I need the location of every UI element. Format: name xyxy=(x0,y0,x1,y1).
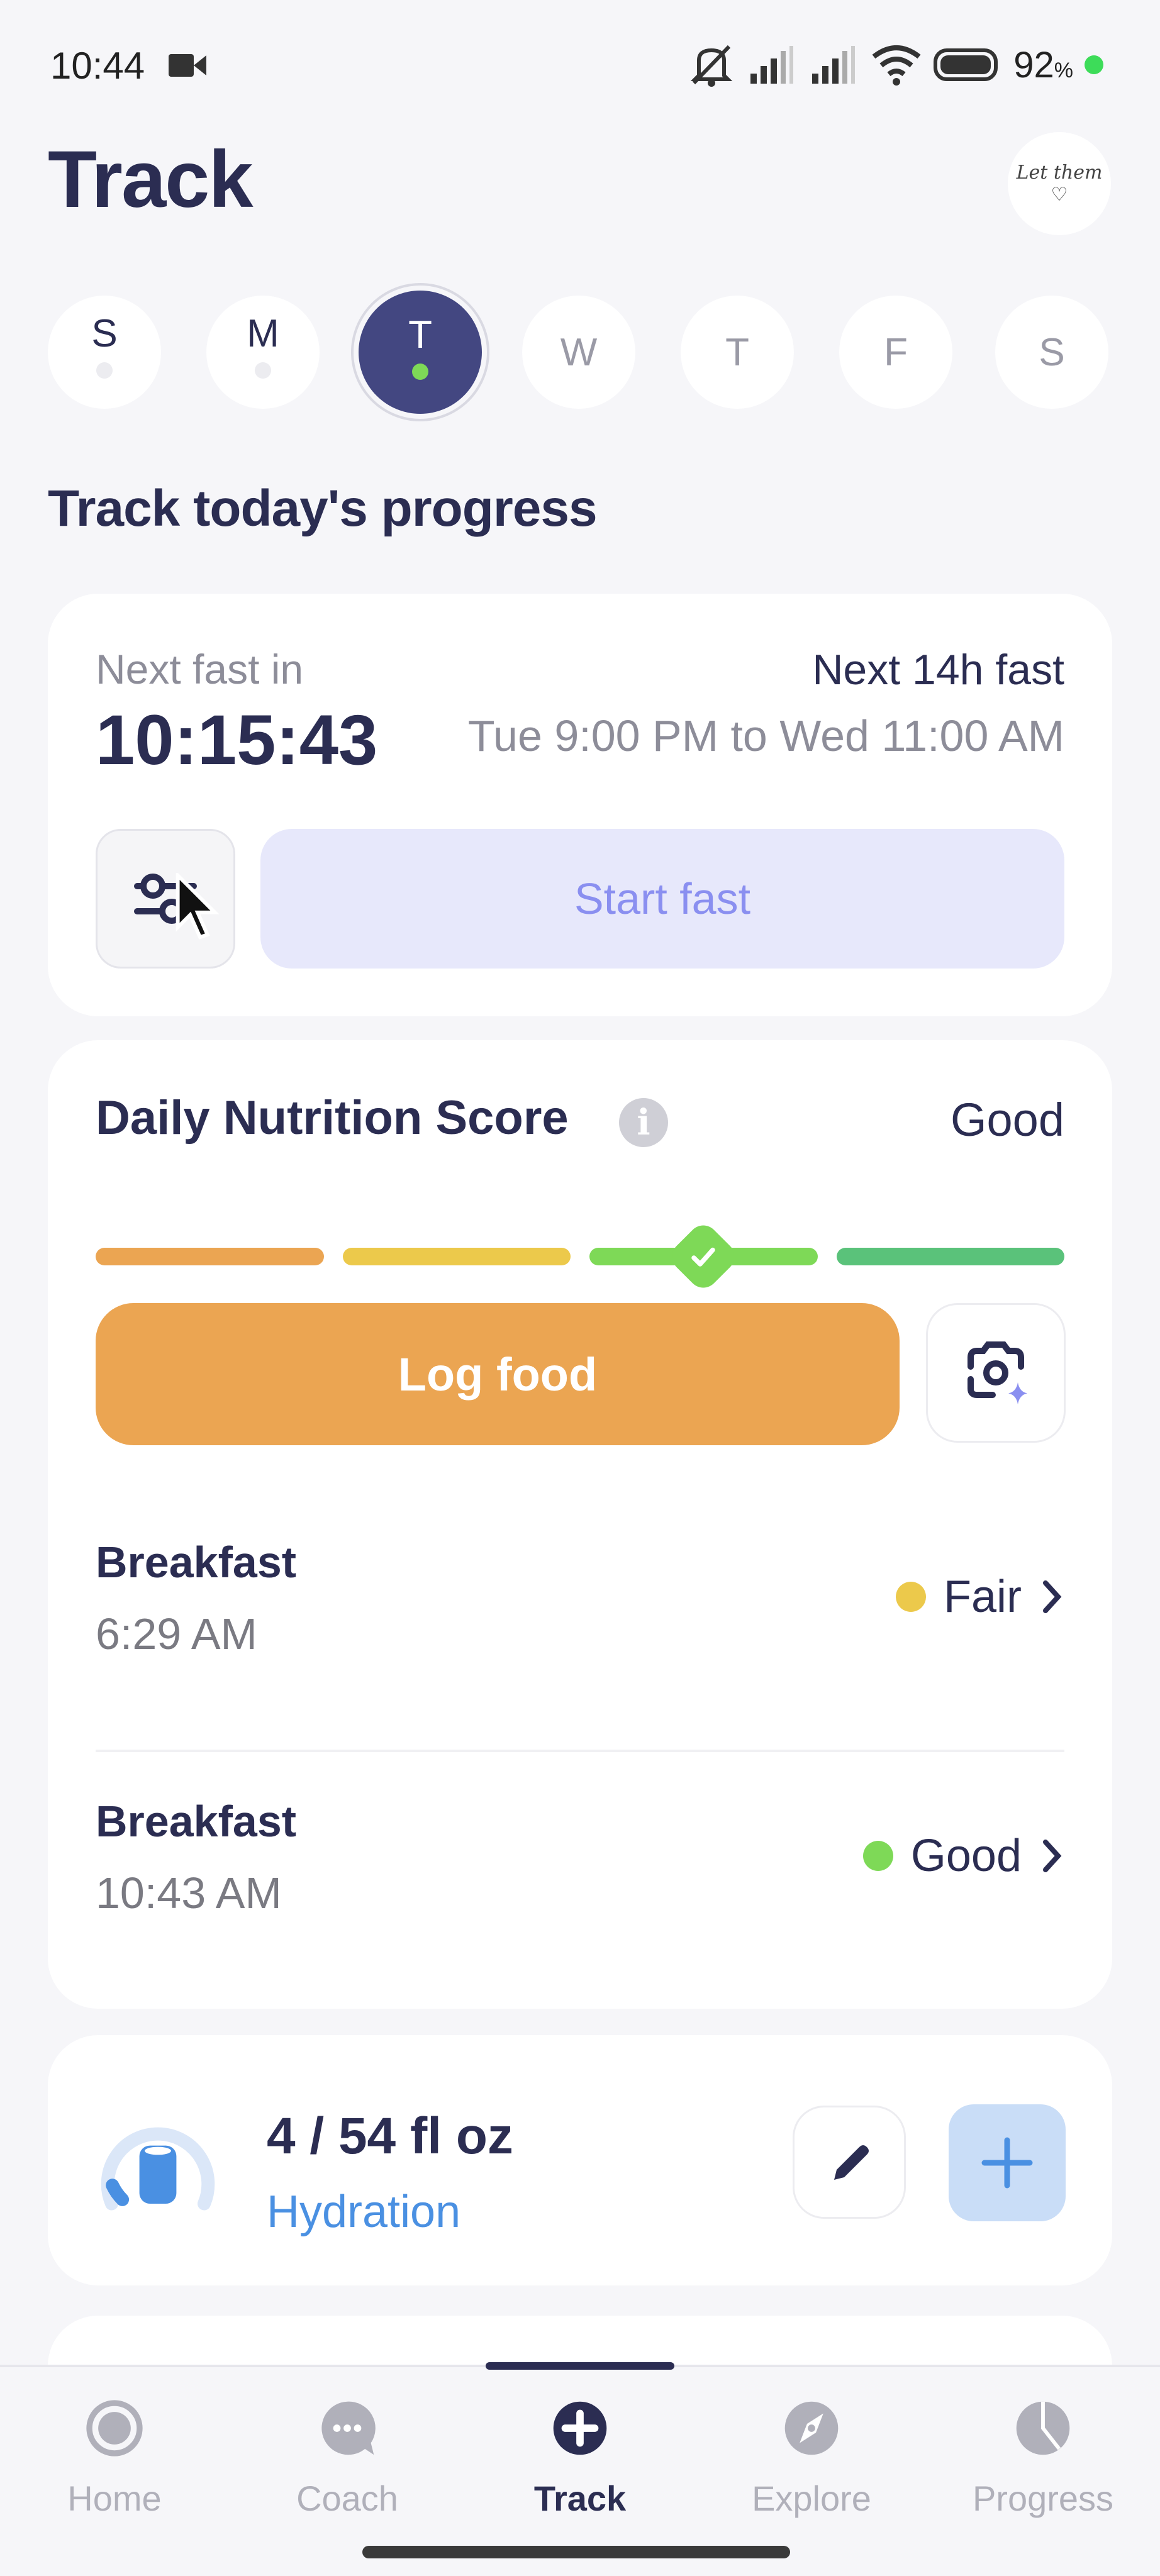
meal-score: Good xyxy=(910,1831,1022,1881)
scan-food-button[interactable] xyxy=(926,1303,1066,1443)
score-segment-fair xyxy=(342,1248,571,1265)
nutrition-card: Daily Nutrition Score i Good Log food Br… xyxy=(48,1040,1112,2009)
day-status-dot xyxy=(255,362,271,379)
avatar[interactable]: Let them ♡ xyxy=(1008,132,1111,235)
fast-countdown: 10:15:43 xyxy=(96,701,378,779)
add-water-button[interactable] xyxy=(949,2104,1066,2221)
hydration-card: 4 / 54 fl oz Hydration xyxy=(48,2035,1112,2285)
mute-icon xyxy=(691,45,733,87)
meal-score-dot xyxy=(896,1582,926,1612)
video-recording-icon xyxy=(169,54,206,77)
nutrition-score-title: Daily Nutrition Score xyxy=(96,1091,569,1145)
privacy-indicator-dot xyxy=(1085,55,1103,74)
plus-icon xyxy=(981,2137,1033,2189)
day-status-dot xyxy=(96,362,113,379)
nav-label: Explore xyxy=(752,2479,871,2518)
battery-percent: 92% xyxy=(1013,44,1073,86)
signal-icon xyxy=(812,46,856,84)
nav-explore[interactable]: Explore xyxy=(717,2399,906,2519)
log-food-button[interactable]: Log food xyxy=(96,1303,900,1445)
day-label: F xyxy=(884,330,908,374)
chat-bubble-icon xyxy=(321,2401,376,2455)
section-title: Track today's progress xyxy=(48,480,598,537)
home-gesture-bar[interactable] xyxy=(362,2546,790,2558)
day-label: T xyxy=(725,330,749,374)
selected-day-circle: T xyxy=(359,291,482,414)
day-tuesday-selected[interactable]: T xyxy=(351,283,489,421)
edit-hydration-button[interactable] xyxy=(793,2106,906,2219)
nav-label: Progress xyxy=(972,2479,1114,2518)
nav-label: Home xyxy=(67,2479,162,2518)
day-label: M xyxy=(247,311,279,355)
nav-track[interactable]: Track xyxy=(486,2399,674,2519)
meal-name: Breakfast xyxy=(96,1538,297,1587)
signal-icon xyxy=(750,46,794,84)
meal-time: 10:43 AM xyxy=(96,1868,282,1918)
hydration-label: Hydration xyxy=(267,2187,461,2237)
nav-label: Coach xyxy=(296,2479,398,2518)
nav-progress[interactable]: Progress xyxy=(949,2399,1137,2519)
divider xyxy=(96,1750,1064,1752)
compass-icon xyxy=(784,2401,839,2455)
day-status-dot xyxy=(412,363,428,380)
ai-camera-icon xyxy=(968,1341,1027,1404)
day-sunday[interactable]: S xyxy=(48,296,161,409)
nav-home[interactable]: Home xyxy=(20,2399,209,2519)
day-monday[interactable]: M xyxy=(206,296,320,409)
hydration-amount: 4 / 54 fl oz xyxy=(267,2107,513,2165)
day-saturday[interactable]: S xyxy=(995,296,1108,409)
day-thursday[interactable]: T xyxy=(681,296,794,409)
mouse-cursor-icon xyxy=(176,873,220,940)
nav-label: Track xyxy=(533,2479,627,2518)
status-time: 10:44 xyxy=(50,45,145,87)
day-label: W xyxy=(560,330,598,374)
day-label: S xyxy=(91,311,118,355)
nutrition-score-status: Good xyxy=(950,1094,1064,1146)
battery-icon xyxy=(934,48,998,81)
fasting-card: Next fast in 10:15:43 Next 14h fast Tue … xyxy=(48,594,1112,1016)
status-icons: 92% xyxy=(686,43,1103,87)
water-cup-progress-icon xyxy=(101,2127,215,2211)
day-friday[interactable]: F xyxy=(839,296,952,409)
next-fast-label: Next fast in xyxy=(96,646,304,692)
meal-row[interactable]: Breakfast 6:29 AM Fair xyxy=(96,1518,1064,1669)
heart-icon: ♡ xyxy=(1051,184,1068,206)
info-icon[interactable]: i xyxy=(619,1098,668,1147)
active-tab-indicator xyxy=(486,2362,674,2370)
plus-circle-icon xyxy=(553,2401,607,2455)
meal-name: Breakfast xyxy=(96,1797,297,1846)
chevron-right-icon xyxy=(1043,1840,1062,1872)
nutrition-score-scale xyxy=(96,1219,1064,1298)
meal-time: 6:29 AM xyxy=(96,1609,257,1658)
score-segment-excellent xyxy=(836,1248,1064,1265)
meal-row[interactable]: Breakfast 10:43 AM Good xyxy=(96,1777,1064,1928)
day-label: S xyxy=(1039,330,1065,374)
avatar-text: Let them xyxy=(1016,162,1103,184)
week-day-selector: S M T W T F S xyxy=(48,283,1112,421)
page-title: Track xyxy=(48,135,253,225)
start-fast-button[interactable]: Start fast xyxy=(260,829,1064,969)
bottom-nav: Home Coach Track Explore Progress xyxy=(0,2365,1160,2576)
meal-score: Fair xyxy=(944,1572,1022,1622)
meal-score-dot xyxy=(862,1841,893,1871)
wifi-icon xyxy=(872,45,921,86)
score-segment-poor xyxy=(96,1248,324,1265)
fast-window: Tue 9:00 PM to Wed 11:00 AM xyxy=(467,711,1064,760)
chevron-right-icon xyxy=(1043,1580,1062,1613)
pie-chart-icon xyxy=(1016,2401,1070,2455)
day-wednesday[interactable]: W xyxy=(522,296,635,409)
home-icon xyxy=(86,2400,143,2457)
checkmark-icon xyxy=(677,1231,730,1284)
nav-coach[interactable]: Coach xyxy=(253,2399,442,2519)
day-label: T xyxy=(408,313,432,357)
fast-plan-label: Next 14h fast xyxy=(812,646,1064,694)
pencil-icon xyxy=(834,2145,869,2180)
